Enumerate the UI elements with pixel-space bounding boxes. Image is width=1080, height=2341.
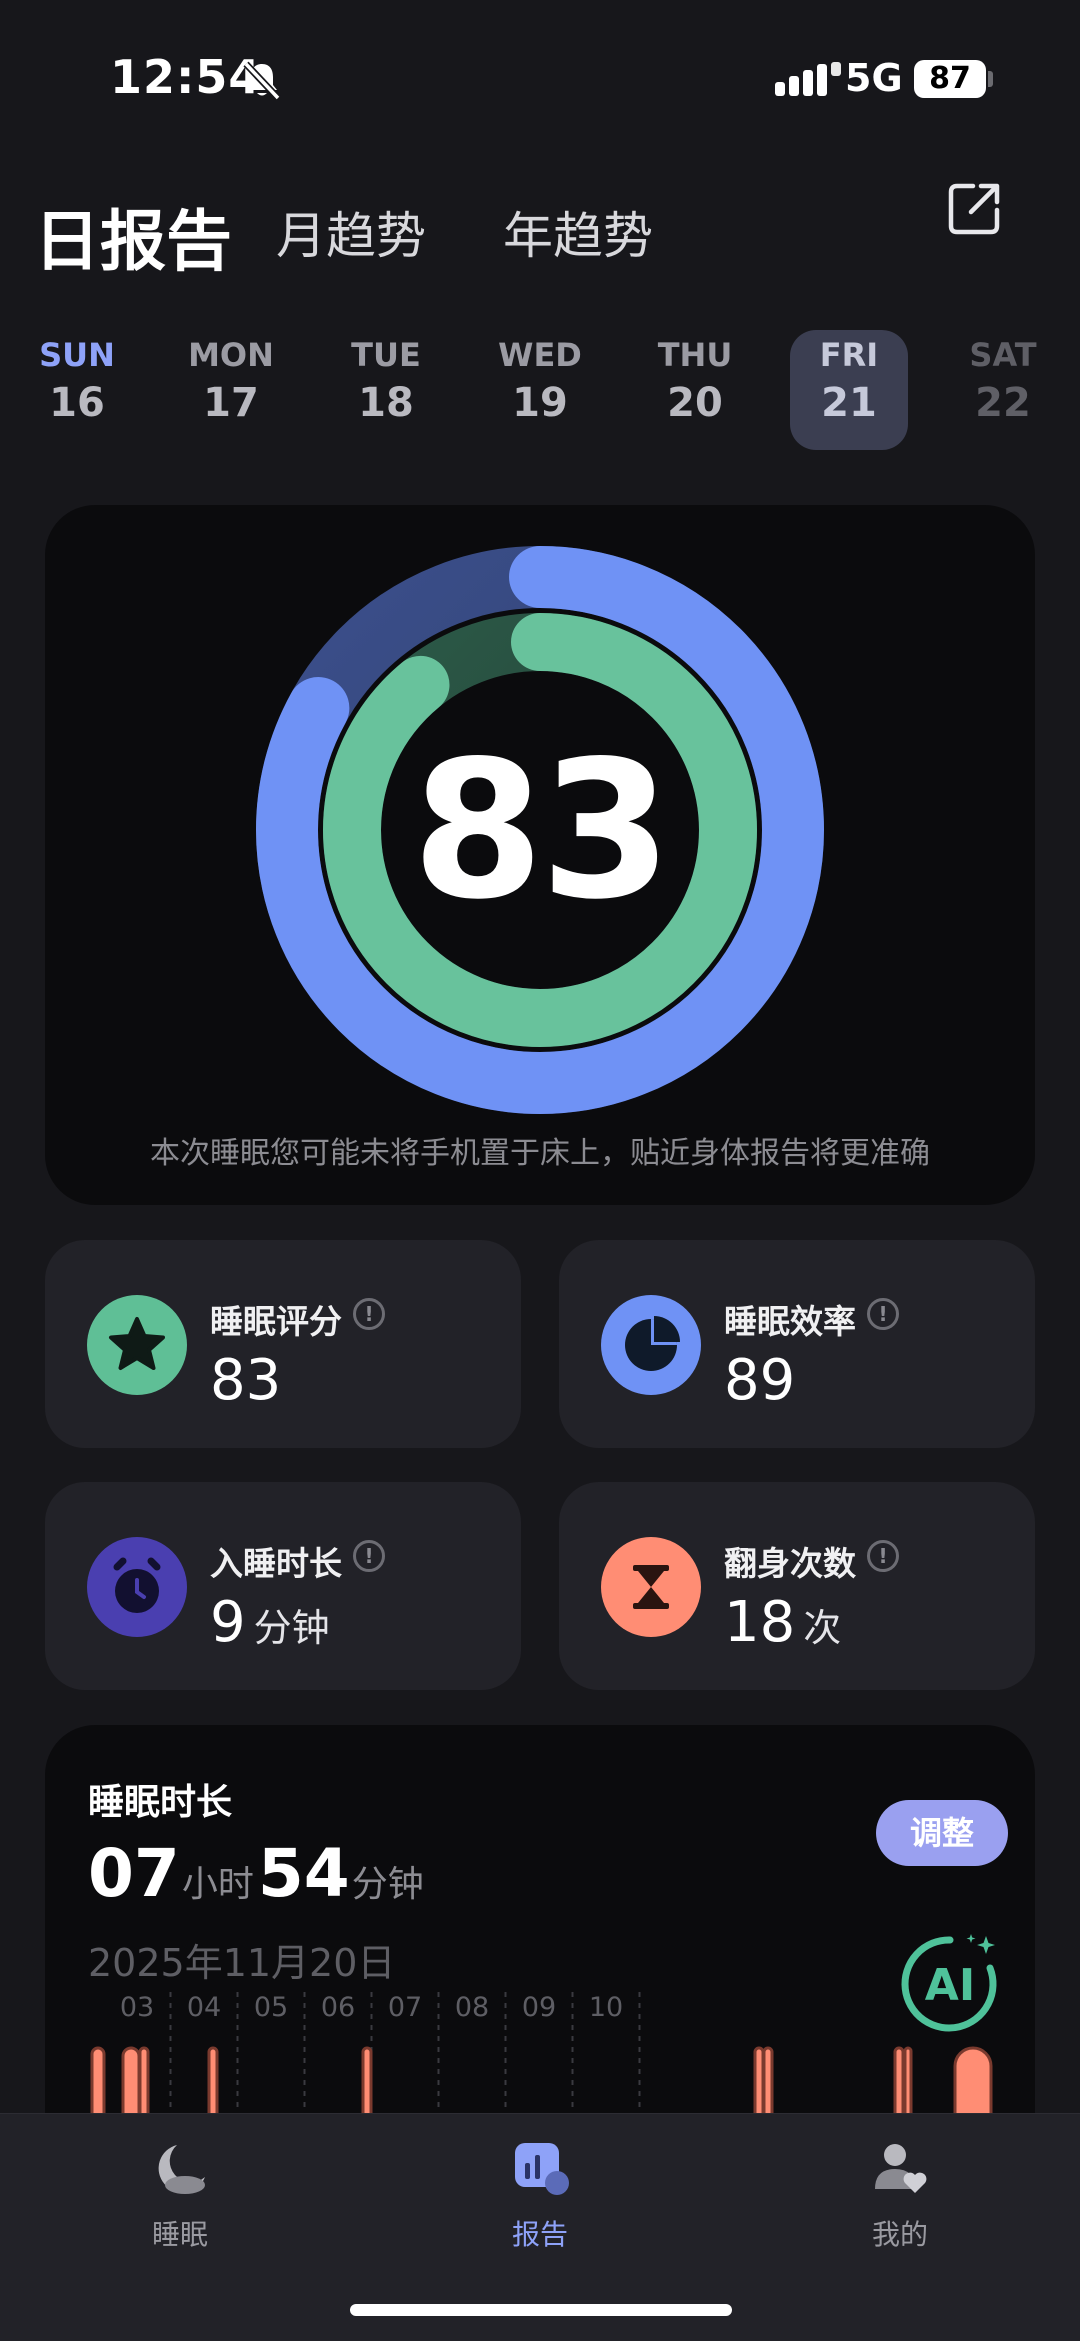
nav-label: 睡眠	[151, 2218, 208, 2251]
battery-tip	[988, 71, 993, 87]
pie-chart-icon	[625, 1316, 680, 1371]
cellular-signal-icon	[775, 62, 841, 96]
timeline-hour-label: 08	[455, 1992, 489, 2023]
pie-chart-icon-badge	[601, 1295, 701, 1395]
moon-icon	[158, 2145, 205, 2194]
weekday-label: SAT	[969, 336, 1037, 374]
alarm-clock-icon-badge	[87, 1537, 187, 1637]
battery-level: 87	[914, 60, 986, 98]
network-type: 5G	[845, 56, 903, 100]
stat-card-sleep-score[interactable]: 睡眠评分 ! 83	[45, 1240, 521, 1448]
day-mon[interactable]: MON 17	[172, 330, 290, 450]
weekday-label: FRI	[819, 336, 879, 374]
profile-icon	[875, 2144, 927, 2193]
info-icon[interactable]: !	[353, 1298, 385, 1330]
stat-card-turn-over-count[interactable]: 翻身次数 ! 18 次	[559, 1482, 1035, 1690]
nav-item-profile[interactable]: 我的	[800, 2135, 1000, 2253]
stat-value: 18 次	[724, 1590, 842, 1655]
day-number: 16	[49, 380, 105, 426]
timeline-hour-label: 09	[522, 1992, 556, 2023]
nav-item-report[interactable]: 报告	[440, 2135, 640, 2253]
timeline-hour-label: 05	[254, 1992, 288, 2023]
day-sun[interactable]: SUN 16	[18, 330, 136, 450]
timeline-hour-label: 07	[388, 1992, 422, 2023]
stat-label: 睡眠效率	[724, 1302, 856, 1341]
tab-yearly-trend[interactable]: 年趋势	[503, 196, 653, 268]
weekday-label: TUE	[351, 336, 421, 374]
info-icon[interactable]: !	[867, 1298, 899, 1330]
day-number: 21	[821, 380, 877, 426]
bell-muted-icon	[243, 61, 281, 101]
hourglass-icon-badge	[601, 1537, 701, 1637]
star-icon-badge	[87, 1295, 187, 1395]
weekday-label: MON	[188, 336, 274, 374]
stat-label: 翻身次数	[724, 1544, 856, 1583]
day-number: 20	[667, 380, 723, 426]
stat-value: 83	[210, 1348, 282, 1413]
tab-daily-report[interactable]: 日报告	[34, 188, 232, 284]
nav-label: 我的	[871, 2218, 928, 2251]
timeline-hour-label: 10	[589, 1992, 623, 2023]
alarm-clock-icon	[113, 1557, 161, 1613]
sleep-timeline-chart: 03 04 05 06 07 08 09 10	[90, 1992, 993, 2135]
nav-label: 报告	[511, 2218, 568, 2251]
day-number: 18	[358, 380, 414, 426]
day-tue[interactable]: TUE 18	[327, 330, 445, 450]
day-fri[interactable]: FRI 21	[790, 330, 908, 450]
timeline-hour-label: 06	[321, 1992, 355, 2023]
weekday-label: THU	[657, 336, 733, 374]
duration-value: 07小时54分钟	[88, 1835, 424, 1912]
tab-monthly-trend[interactable]: 月趋势	[276, 196, 426, 268]
share-icon[interactable]	[945, 178, 1005, 238]
day-number: 17	[203, 380, 259, 426]
adjust-button[interactable]: 调整	[876, 1800, 1008, 1866]
placement-hint: 本次睡眠您可能未将手机置于床上，贴近身体报告将更准确	[150, 1136, 930, 1171]
home-indicator	[350, 2304, 732, 2316]
star-icon	[109, 1317, 165, 1370]
day-number: 22	[975, 380, 1031, 426]
stat-label: 入睡时长	[210, 1544, 342, 1583]
weekday-label: WED	[498, 336, 582, 374]
day-sat[interactable]: SAT 22	[944, 330, 1062, 450]
day-thu[interactable]: THU 20	[636, 330, 754, 450]
duration-title: 睡眠时长	[88, 1782, 233, 1823]
timeline-hour-label: 04	[187, 1992, 221, 2023]
stat-value: 89	[724, 1348, 796, 1413]
info-icon[interactable]: !	[867, 1540, 899, 1572]
stat-card-sleep-latency[interactable]: 入睡时长 ! 9 分钟	[45, 1482, 521, 1690]
sleep-score-value: 83	[411, 720, 672, 941]
day-wed[interactable]: WED 19	[481, 330, 599, 450]
stat-label: 睡眠评分	[210, 1302, 342, 1341]
hourglass-icon	[633, 1565, 669, 1609]
timeline-hour-label: 03	[120, 1992, 154, 2023]
status-time: 12:54	[110, 50, 262, 104]
weekday-label: SUN	[39, 336, 115, 374]
info-icon[interactable]: !	[353, 1540, 385, 1572]
duration-date: 2025年11月20日	[88, 1941, 396, 1985]
nav-item-sleep[interactable]: 睡眠	[80, 2135, 280, 2253]
stat-value: 9 分钟	[210, 1590, 330, 1655]
stat-card-sleep-efficiency[interactable]: 睡眠效率 ! 89	[559, 1240, 1035, 1448]
day-number: 19	[512, 380, 568, 426]
report-icon	[515, 2143, 569, 2195]
